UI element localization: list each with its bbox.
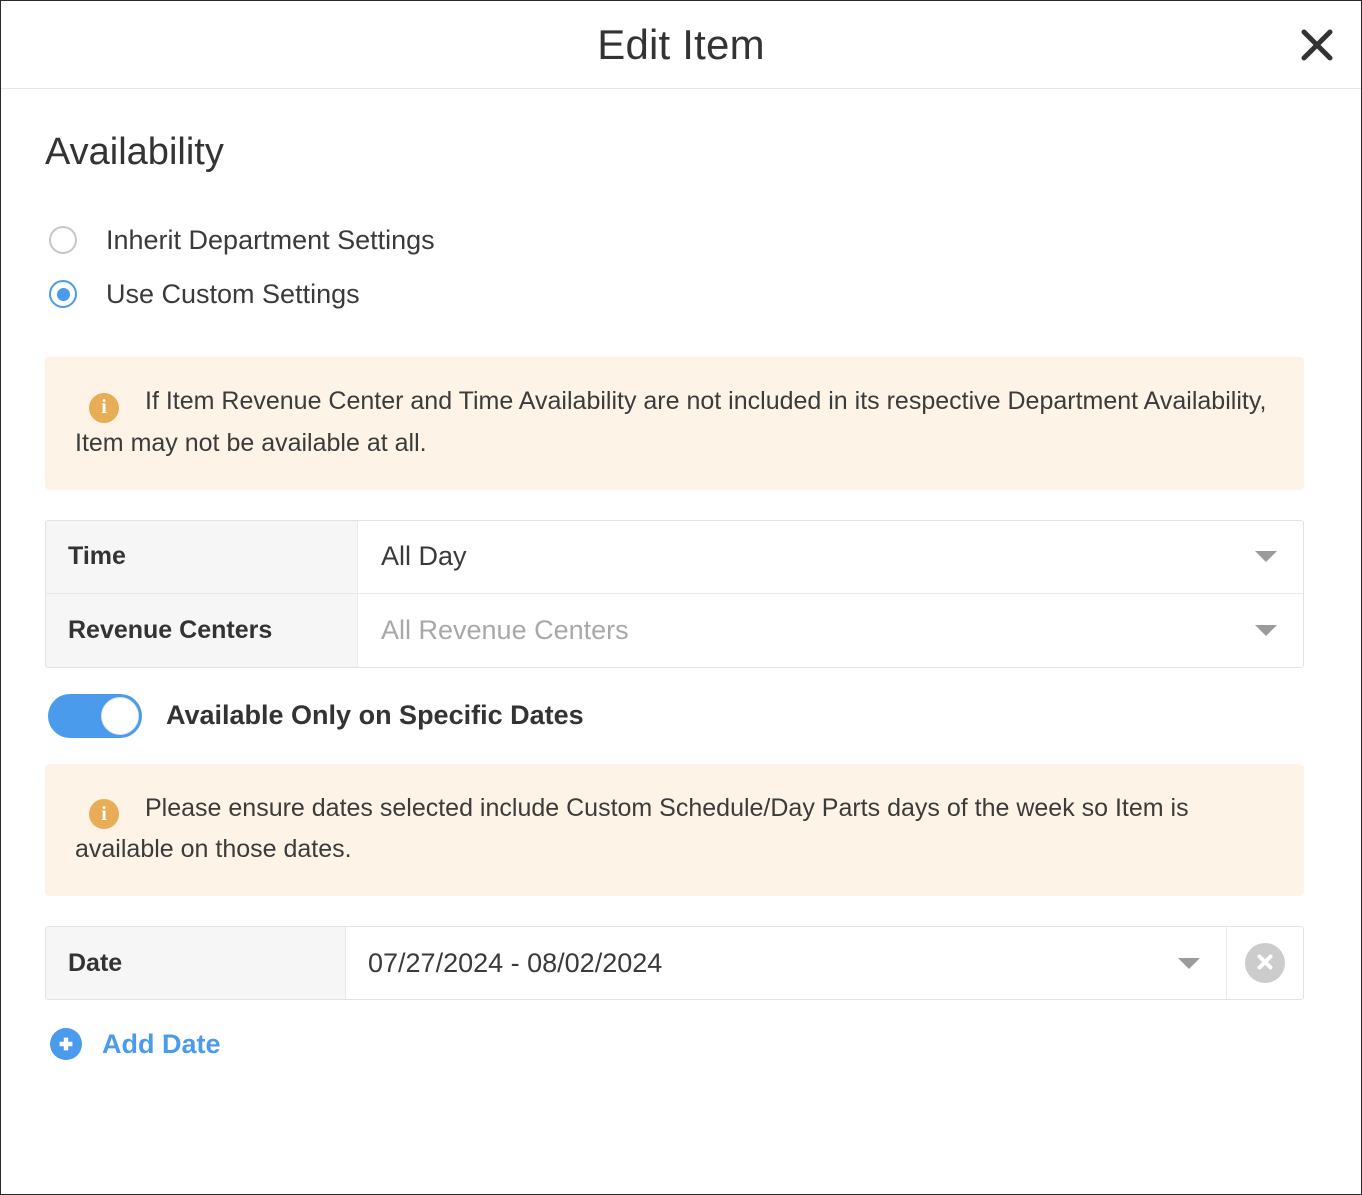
date-table: Date 07/27/2024 - 08/02/2024: [45, 926, 1304, 1000]
remove-date-button[interactable]: [1245, 943, 1285, 983]
field-label-revenue-centers: Revenue Centers: [46, 593, 358, 667]
availability-info-banner: i If Item Revenue Center and Time Availab…: [45, 357, 1304, 490]
add-date-label: Add Date: [102, 1028, 221, 1059]
specific-dates-toggle-row: Available Only on Specific Dates: [45, 668, 1304, 764]
page-title: Edit Item: [597, 20, 765, 68]
radio-icon-unselected: [49, 226, 77, 254]
modal-body: Availability Inherit Department Settings…: [1, 89, 1361, 1060]
toggle-label: Available Only on Specific Dates: [166, 700, 584, 730]
availability-mode-radio-group: Inherit Department Settings Use Custom S…: [45, 213, 1304, 321]
close-button[interactable]: [1289, 17, 1345, 73]
table-row-revenue-centers: Revenue Centers All Revenue Centers: [46, 593, 1303, 667]
toggle-available-only-on-specific-dates[interactable]: [48, 693, 142, 738]
modal-header: Edit Item: [1, 1, 1361, 89]
banner-text: Please ensure dates selected include Cus…: [75, 793, 1189, 864]
banner-line: i Please ensure dates selected include Cu…: [75, 788, 1274, 871]
plus-circle-icon: [50, 1028, 82, 1060]
field-value-revenue-centers[interactable]: All Revenue Centers: [358, 593, 1303, 667]
close-icon: [1298, 26, 1336, 64]
field-label-time: Time: [46, 520, 358, 593]
radio-label-custom: Use Custom Settings: [106, 278, 360, 309]
field-value-revenue-centers-text: All Revenue Centers: [381, 614, 629, 645]
remove-circle-icon: [1254, 951, 1276, 976]
date-remove-cell: [1227, 927, 1303, 999]
info-icon: i: [89, 392, 119, 423]
field-value-date-text: 07/27/2024 - 08/02/2024: [368, 947, 663, 978]
field-value-time-text: All Day: [381, 541, 467, 571]
dates-info-banner: i Please ensure dates selected include Cu…: [45, 763, 1304, 896]
radio-icon-selected: [49, 280, 77, 308]
info-icon: i: [89, 799, 119, 829]
edit-item-modal: Edit Item Availability Inherit Departmen…: [0, 0, 1362, 1195]
section-title: Availability: [45, 131, 224, 173]
radio-dot: [57, 234, 70, 247]
radio-label-inherit: Inherit Department Settings: [106, 224, 435, 255]
radio-option-inherit-department-settings[interactable]: Inherit Department Settings: [45, 213, 1304, 267]
chevron-down-icon: [1255, 551, 1277, 562]
chevron-down-icon: [1178, 957, 1200, 969]
radio-dot: [56, 287, 70, 301]
availability-fields-table: Time All Day Revenue Centers All Revenue…: [45, 519, 1304, 668]
toggle-knob: [101, 696, 139, 735]
table-row-time: Time All Day: [46, 520, 1303, 594]
chevron-down-icon: [1255, 624, 1277, 636]
field-value-date[interactable]: 07/27/2024 - 08/02/2024: [346, 927, 1227, 999]
field-value-time[interactable]: All Day: [358, 520, 1303, 593]
add-date-button[interactable]: Add Date: [45, 1028, 221, 1060]
banner-text: If Item Revenue Center and Time Availabi…: [75, 387, 1267, 457]
radio-option-use-custom-settings[interactable]: Use Custom Settings: [45, 267, 1304, 321]
field-label-date: Date: [46, 927, 346, 999]
banner-line: i If Item Revenue Center and Time Availab…: [75, 381, 1274, 464]
